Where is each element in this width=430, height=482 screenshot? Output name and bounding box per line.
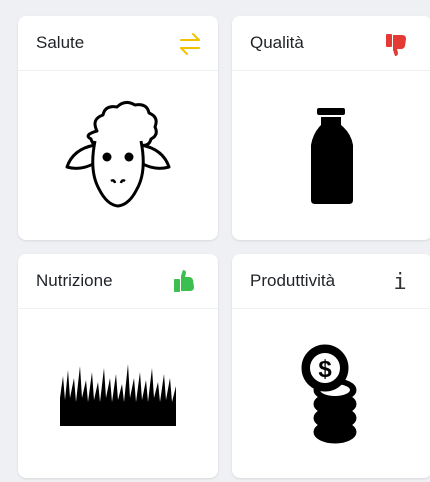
card-title: Qualità [250, 33, 304, 52]
thumbs-up-icon[interactable] [170, 268, 198, 296]
milk-bottle-icon [232, 70, 430, 240]
sheep-icon [18, 70, 218, 240]
card-nutrizione[interactable]: Nutrizione [18, 254, 218, 478]
card-salute[interactable]: Salute [18, 16, 218, 240]
svg-text:$: $ [318, 356, 332, 383]
card-header: Nutrizione [18, 254, 218, 309]
card-title: Produttività [250, 271, 336, 290]
info-icon[interactable]: i [386, 268, 414, 296]
thumbs-down-icon[interactable] [382, 30, 410, 58]
card-header: Produttività i [232, 254, 430, 309]
coins-icon: $ [232, 308, 430, 478]
card-title: Salute [36, 33, 85, 52]
card-header: Salute [18, 16, 218, 71]
grass-icon [18, 308, 218, 478]
swap-arrows-icon[interactable] [176, 30, 204, 58]
card-header: Qualità [232, 16, 430, 71]
card-qualita[interactable]: Qualità [232, 16, 430, 240]
card-produttivita[interactable]: Produttività i $ [232, 254, 430, 478]
card-title: Nutrizione [36, 271, 113, 290]
